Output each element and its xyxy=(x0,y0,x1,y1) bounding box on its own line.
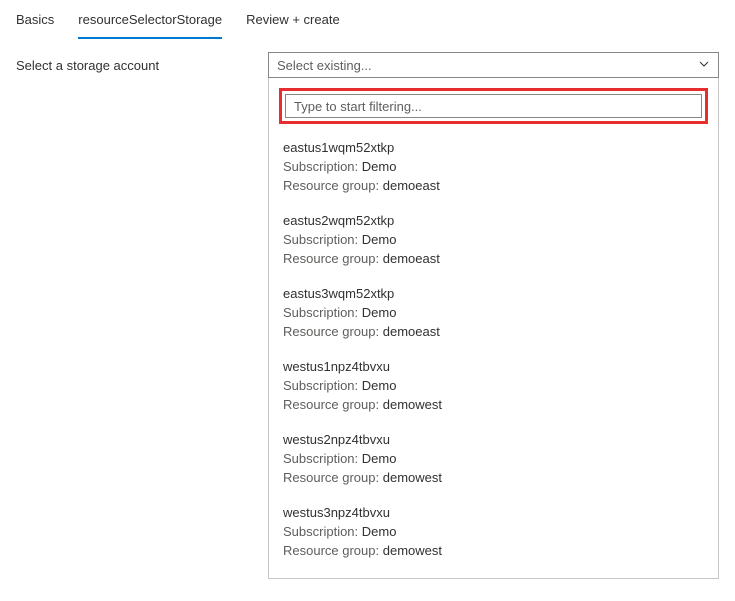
storage-option[interactable]: westus1npz4tbvxu Subscription: Demo Resour… xyxy=(279,353,708,426)
option-resource-group: Resource group: demoeast xyxy=(283,178,704,193)
option-subscription: Subscription: Demo xyxy=(283,232,704,247)
dropdown-placeholder: Select existing... xyxy=(277,58,372,73)
option-subscription: Subscription: Demo xyxy=(283,159,704,174)
subscription-value: Demo xyxy=(362,232,397,247)
options-list: eastus1wqm52xtkp Subscription: Demo Resour… xyxy=(279,134,708,572)
option-subscription: Subscription: Demo xyxy=(283,378,704,393)
option-subscription: Subscription: Demo xyxy=(283,524,704,539)
storage-account-label: Select a storage account xyxy=(16,52,268,73)
option-subscription: Subscription: Demo xyxy=(283,305,704,320)
storage-account-row: Select a storage account Select existing… xyxy=(0,40,735,579)
storage-option[interactable]: eastus1wqm52xtkp Subscription: Demo Resour… xyxy=(279,134,708,207)
storage-option[interactable]: eastus3wqm52xtkp Subscription: Demo Resour… xyxy=(279,280,708,353)
subscription-value: Demo xyxy=(362,159,397,174)
resource-group-key: Resource group: xyxy=(283,397,379,412)
resource-group-value: demoeast xyxy=(383,178,440,193)
resource-group-value: demowest xyxy=(383,470,442,485)
option-resource-group: Resource group: demowest xyxy=(283,397,704,412)
filter-input[interactable] xyxy=(285,94,702,118)
option-name: eastus3wqm52xtkp xyxy=(283,286,704,301)
tab-bar: Basics resourceSelectorStorage Review + … xyxy=(0,0,735,40)
tab-resource-selector-storage[interactable]: resourceSelectorStorage xyxy=(78,6,222,39)
option-name: eastus2wqm52xtkp xyxy=(283,213,704,228)
subscription-key: Subscription: xyxy=(283,451,358,466)
resource-group-value: demoeast xyxy=(383,251,440,266)
storage-option[interactable]: westus3npz4tbvxu Subscription: Demo Resour… xyxy=(279,499,708,572)
option-name: westus1npz4tbvxu xyxy=(283,359,704,374)
resource-group-key: Resource group: xyxy=(283,324,379,339)
subscription-key: Subscription: xyxy=(283,159,358,174)
option-resource-group: Resource group: demowest xyxy=(283,470,704,485)
chevron-down-icon xyxy=(698,58,710,73)
subscription-key: Subscription: xyxy=(283,305,358,320)
option-resource-group: Resource group: demoeast xyxy=(283,251,704,266)
resource-group-key: Resource group: xyxy=(283,178,379,193)
option-name: westus2npz4tbvxu xyxy=(283,432,704,447)
subscription-value: Demo xyxy=(362,451,397,466)
storage-account-field: Select existing... eastus1wqm52xtkp Subsc… xyxy=(268,52,719,579)
resource-group-value: demowest xyxy=(383,397,442,412)
resource-group-value: demowest xyxy=(383,543,442,558)
subscription-key: Subscription: xyxy=(283,378,358,393)
option-name: westus3npz4tbvxu xyxy=(283,505,704,520)
subscription-key: Subscription: xyxy=(283,232,358,247)
resource-group-key: Resource group: xyxy=(283,251,379,266)
subscription-value: Demo xyxy=(362,524,397,539)
storage-select-dropdown[interactable]: Select existing... xyxy=(268,52,719,78)
tab-review-create[interactable]: Review + create xyxy=(246,6,340,39)
filter-highlight-box xyxy=(279,88,708,124)
subscription-key: Subscription: xyxy=(283,524,358,539)
option-resource-group: Resource group: demowest xyxy=(283,543,704,558)
subscription-value: Demo xyxy=(362,378,397,393)
resource-group-key: Resource group: xyxy=(283,470,379,485)
option-name: eastus1wqm52xtkp xyxy=(283,140,704,155)
option-resource-group: Resource group: demoeast xyxy=(283,324,704,339)
resource-group-key: Resource group: xyxy=(283,543,379,558)
option-subscription: Subscription: Demo xyxy=(283,451,704,466)
storage-dropdown-panel: eastus1wqm52xtkp Subscription: Demo Resour… xyxy=(268,78,719,579)
storage-option[interactable]: eastus2wqm52xtkp Subscription: Demo Resour… xyxy=(279,207,708,280)
storage-option[interactable]: westus2npz4tbvxu Subscription: Demo Resour… xyxy=(279,426,708,499)
tab-basics[interactable]: Basics xyxy=(16,6,54,39)
resource-group-value: demoeast xyxy=(383,324,440,339)
subscription-value: Demo xyxy=(362,305,397,320)
